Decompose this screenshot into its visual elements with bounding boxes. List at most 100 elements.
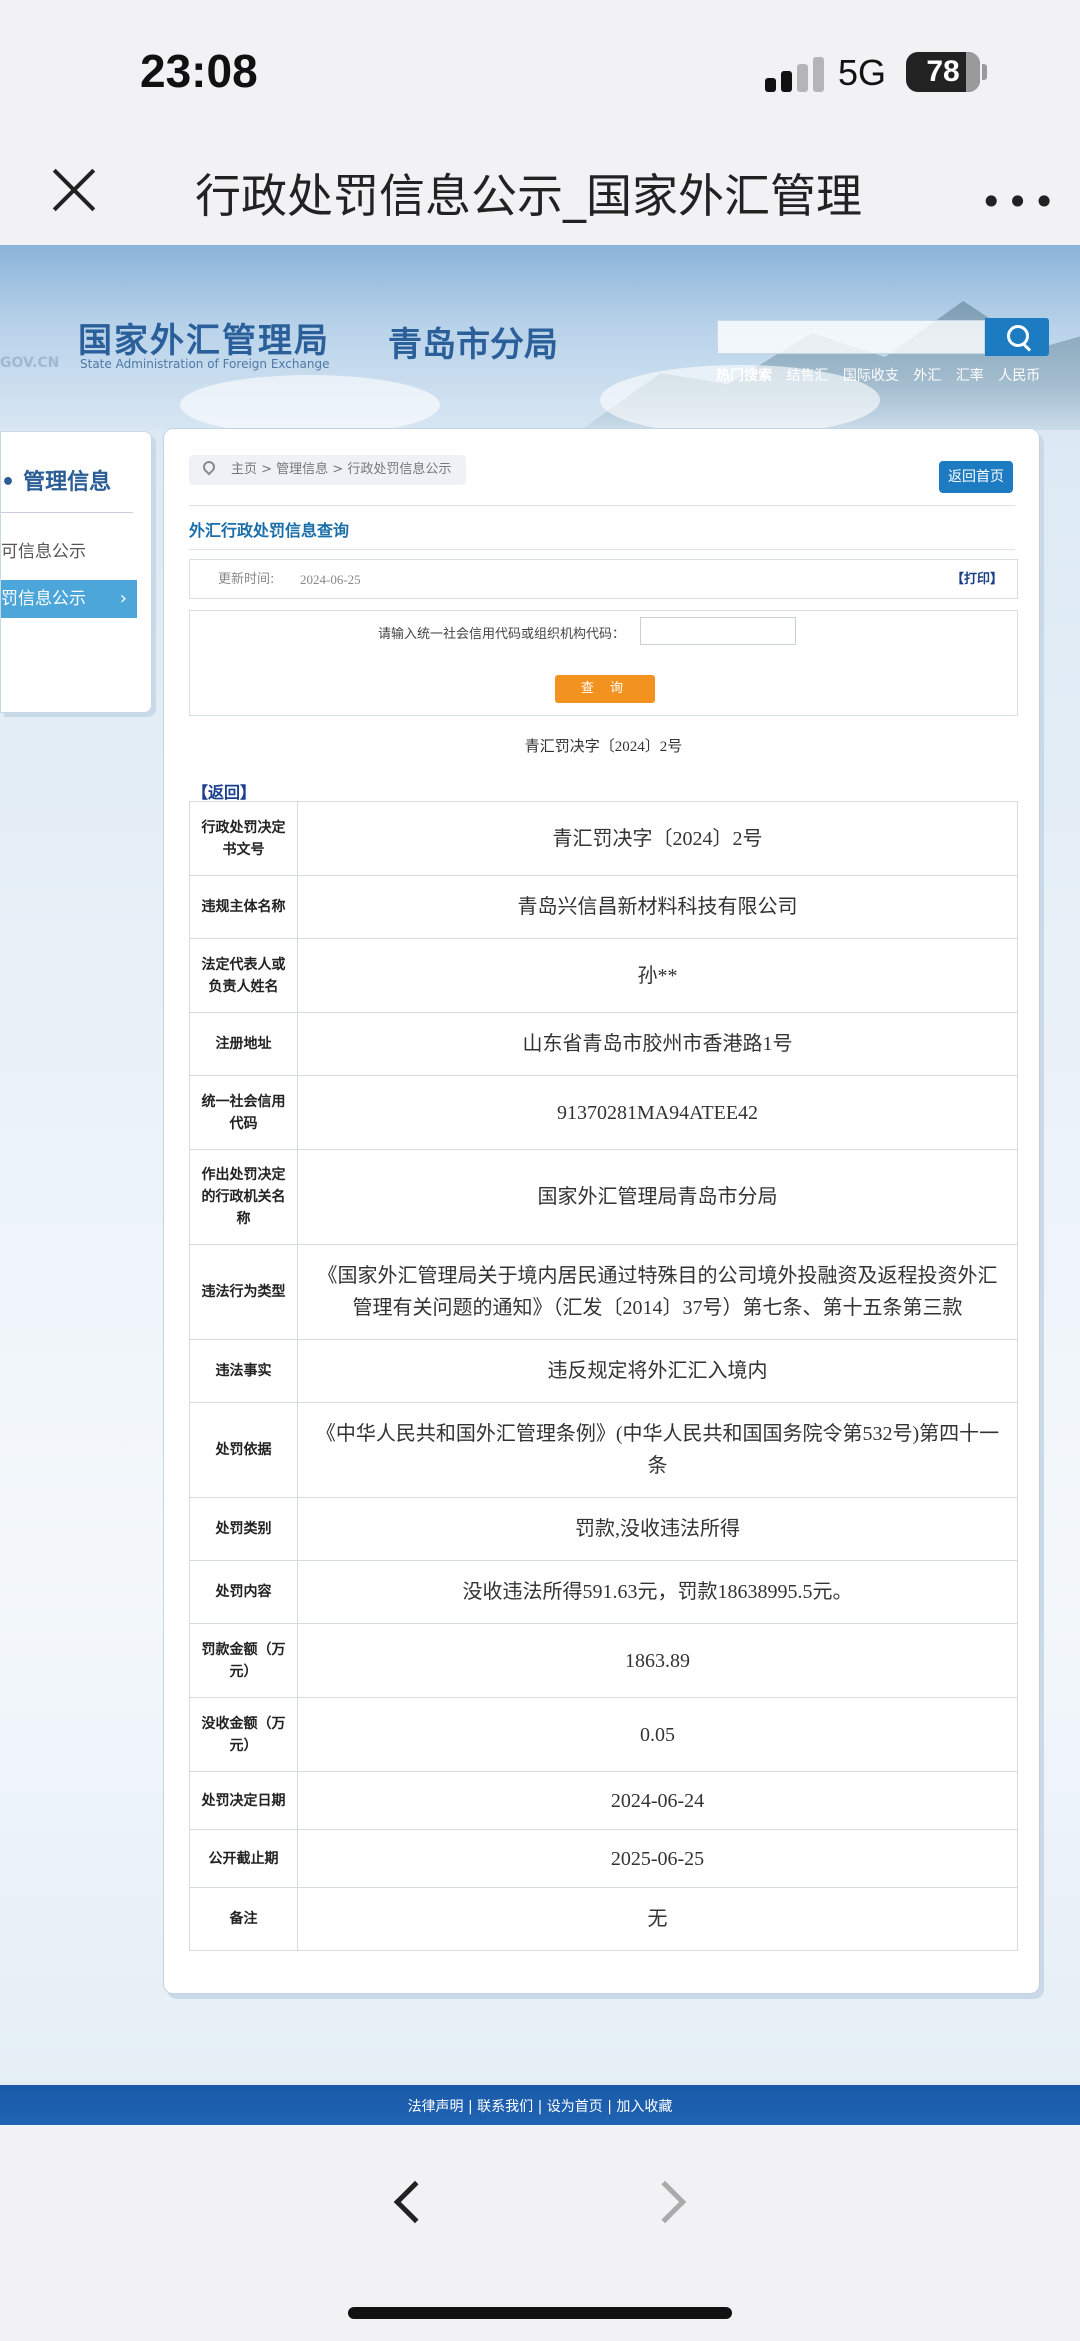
table-row: 法定代表人或负责人姓名 孙**	[189, 938, 1018, 1013]
row-key: 违规主体名称	[189, 875, 298, 939]
site-logo-english: State Administration of Foreign Exchange	[80, 357, 330, 371]
table-row: 作出处罚决定的行政机关名称 国家外汇管理局青岛市分局	[189, 1149, 1018, 1245]
site-banner: GOV.CN 国家外汇管理局 State Administration of F…	[0, 245, 1080, 430]
close-icon[interactable]	[50, 166, 98, 214]
row-value: 2025-06-25	[297, 1829, 1018, 1888]
back-arrow-icon[interactable]	[393, 2180, 437, 2224]
row-key: 法定代表人或负责人姓名	[189, 938, 298, 1013]
table-row: 罚款金额（万元） 1863.89	[189, 1623, 1018, 1698]
row-key: 公开截止期	[189, 1829, 298, 1888]
row-value: 2024-06-24	[297, 1771, 1018, 1830]
table-row: 违法行为类型 《国家外汇管理局关于境内居民通过特殊目的公司境外投融资及返程投资外汇…	[189, 1244, 1018, 1340]
hot-word[interactable]: 人民币	[998, 368, 1040, 384]
row-key: 处罚依据	[189, 1402, 298, 1498]
table-row: 处罚依据 《中华人民共和国外汇管理条例》(中华人民共和国国务院令第532号)第四十…	[189, 1402, 1018, 1498]
branch-name: 青岛市分局	[388, 325, 558, 365]
row-key: 没收金额（万元）	[189, 1697, 298, 1772]
row-value: 违反规定将外汇汇入境内	[297, 1339, 1018, 1403]
site-logo[interactable]: 国家外汇管理局	[78, 313, 330, 362]
browser-toolbar	[0, 2125, 1080, 2341]
table-row: 处罚决定日期 2024-06-24	[189, 1771, 1018, 1830]
breadcrumb: 主页 > 管理信息 > 行政处罚信息公示	[189, 455, 466, 485]
forward-arrow-icon[interactable]	[643, 2180, 687, 2224]
row-value: 《国家外汇管理局关于境内居民通过特殊目的公司境外投融资及返程投资外汇管理有关问题…	[297, 1244, 1018, 1340]
row-key: 备注	[189, 1887, 298, 1951]
credit-code-input[interactable]	[640, 617, 796, 645]
row-value: 0.05	[297, 1697, 1018, 1772]
row-value: 无	[297, 1887, 1018, 1951]
chevron-right-icon: ›	[119, 588, 127, 609]
hot-search-words: 热门搜索 结售汇 国际收支 外汇 汇率 人民币	[716, 365, 1050, 385]
battery-icon: 78	[906, 52, 980, 92]
hot-word[interactable]: 外汇	[913, 368, 941, 384]
row-key: 罚款金额（万元）	[189, 1623, 298, 1698]
row-key: 处罚内容	[189, 1560, 298, 1624]
update-label: 更新时间:	[218, 572, 275, 587]
hot-word[interactable]: 汇率	[956, 368, 984, 384]
home-indicator[interactable]	[348, 2307, 732, 2319]
table-row: 没收金额（万元） 0.05	[189, 1697, 1018, 1772]
hot-search-label: 热门搜索	[716, 368, 772, 384]
table-row: 备注无	[189, 1887, 1018, 1951]
signal-icon	[765, 56, 825, 92]
hot-word[interactable]: 国际收支	[843, 368, 899, 384]
search-icon[interactable]	[985, 318, 1049, 356]
table-row: 处罚内容 没收违法所得591.63元，罚款18638995.5元。	[189, 1560, 1018, 1624]
row-value: 1863.89	[297, 1623, 1018, 1698]
status-time: 23:08	[140, 45, 258, 97]
sidebar-item-license-info[interactable]: 可信息公示	[1, 537, 86, 562]
network-type: 5G	[838, 52, 887, 93]
document-number: 青汇罚决字〔2024〕2号	[524, 739, 683, 755]
update-date: 2024-06-25	[300, 572, 361, 587]
update-bar: 更新时间: 2024-06-25 【打印】	[189, 559, 1018, 599]
row-value: 罚款,没收违法所得	[297, 1497, 1018, 1561]
sidebar-divider	[1, 512, 133, 513]
sidebar-item-label: 罚信息公示	[1, 589, 86, 609]
table-row: 处罚类别 罚款,没收违法所得	[189, 1497, 1018, 1561]
row-key: 行政处罚决定书文号	[189, 801, 298, 876]
row-value: 没收违法所得591.63元，罚款18638995.5元。	[297, 1560, 1018, 1624]
table-row: 违法事实 违反规定将外汇汇入境内	[189, 1339, 1018, 1403]
row-key: 统一社会信用代码	[189, 1075, 298, 1150]
row-key: 作出处罚决定的行政机关名称	[189, 1149, 298, 1245]
row-value: 山东省青岛市胶州市香港路1号	[297, 1012, 1018, 1076]
row-value: 孙**	[297, 938, 1018, 1013]
page-title: 行政处罚信息公示_国家外汇管理	[195, 169, 862, 223]
query-label: 请输入统一社会信用代码或组织机构代码：	[378, 627, 626, 642]
battery-level: 78	[926, 55, 960, 88]
hot-word[interactable]: 结售汇	[786, 368, 828, 384]
row-key: 注册地址	[189, 1012, 298, 1076]
main-panel: 主页 > 管理信息 > 行政处罚信息公示 返回首页 外汇行政处罚信息查询 更新时…	[163, 428, 1040, 1994]
row-key: 违法行为类型	[189, 1244, 298, 1340]
table-row: 公开截止期 2025-06-25	[189, 1829, 1018, 1888]
sidebar-item-penalty-info[interactable]: 罚信息公示 ›	[1, 580, 137, 618]
sidebar-title: 管理信息	[1, 464, 111, 496]
footer-links[interactable]: 法律声明 | 联系我们 | 设为首页 | 加入收藏	[408, 2099, 673, 2115]
row-key: 违法事实	[189, 1339, 298, 1403]
print-link[interactable]: 【打印】	[951, 560, 1003, 600]
row-key: 处罚类别	[189, 1497, 298, 1561]
table-row: 违规主体名称 青岛兴信昌新材料科技有限公司	[189, 875, 1018, 939]
site-footer: 法律声明 | 联系我们 | 设为首页 | 加入收藏	[0, 2085, 1080, 2125]
table-row: 注册地址 山东省青岛市胶州市香港路1号	[189, 1012, 1018, 1076]
location-pin-icon	[200, 458, 218, 476]
back-home-button[interactable]: 返回首页	[939, 461, 1013, 493]
divider	[189, 549, 1015, 550]
row-value: 《中华人民共和国外汇管理条例》(中华人民共和国国务院令第532号)第四十一条	[297, 1402, 1018, 1498]
query-form: 请输入统一社会信用代码或组织机构代码： 查 询	[189, 610, 1018, 716]
sidebar: 管理信息 可信息公示 罚信息公示 ›	[0, 431, 152, 713]
penalty-info-table: 行政处罚决定书文号 青汇罚决字〔2024〕2号 违规主体名称 青岛兴信昌新材料科技有…	[189, 801, 1018, 1951]
browser-nav-bar: 行政处罚信息公示_国家外汇管理 •••	[0, 140, 1080, 245]
breadcrumb-text[interactable]: 主页 > 管理信息 > 行政处罚信息公示	[231, 462, 451, 477]
back-link[interactable]: 【返回】	[192, 779, 256, 803]
query-button[interactable]: 查 询	[555, 675, 655, 703]
divider	[189, 505, 1015, 506]
table-row: 统一社会信用代码 91370281MA94ATEE42	[189, 1075, 1018, 1150]
row-value: 青岛兴信昌新材料科技有限公司	[297, 875, 1018, 939]
web-content: GOV.CN 国家外汇管理局 State Administration of F…	[0, 245, 1080, 2125]
gov-cn-mark: GOV.CN	[0, 355, 60, 371]
more-icon[interactable]: •••	[980, 180, 1059, 224]
status-bar: 23:08 5G 78	[0, 0, 1080, 140]
row-key: 处罚决定日期	[189, 1771, 298, 1830]
site-search-input[interactable]	[717, 320, 985, 354]
